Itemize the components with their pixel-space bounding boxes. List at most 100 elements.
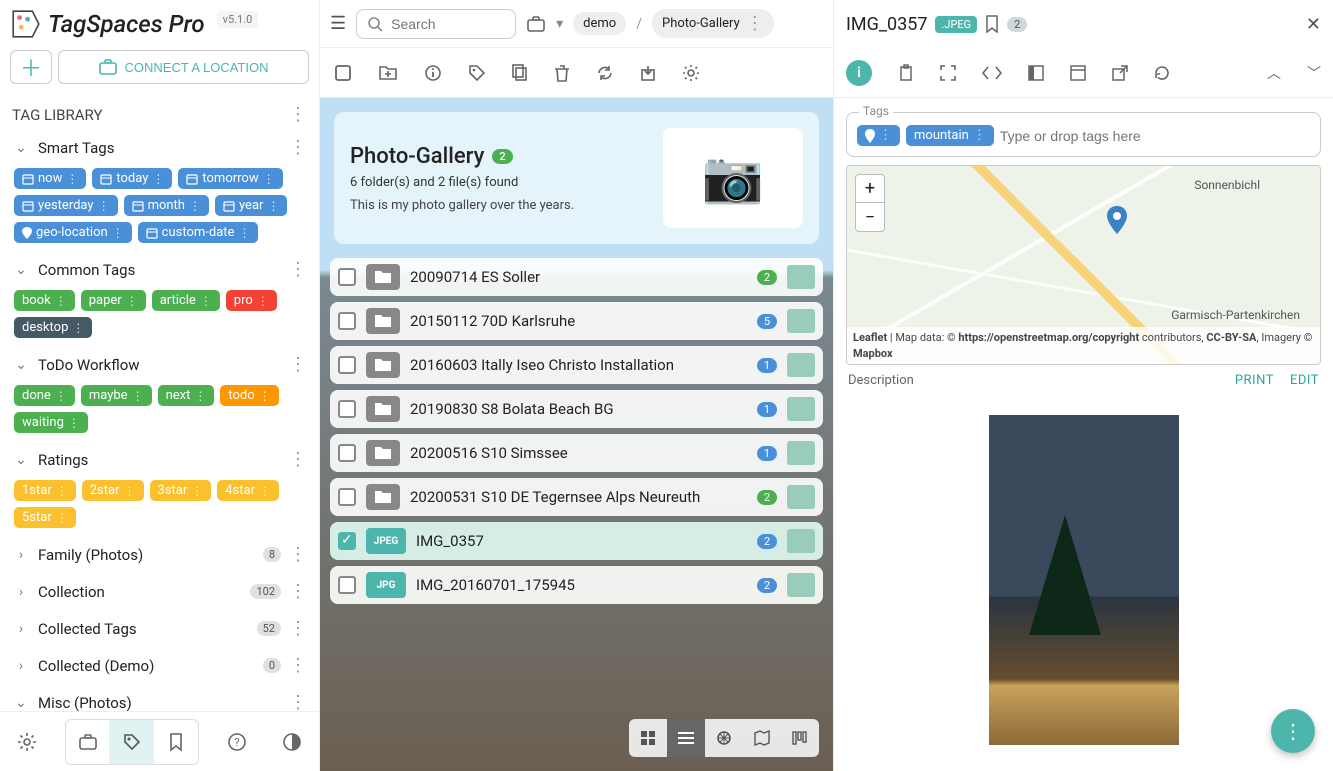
group-menu-icon[interactable]: ⋮ [289,259,307,280]
map[interactable]: + − Sonnenbichl Garmisch-Partenkirchen L… [846,165,1321,365]
zoom-in-button[interactable]: + [856,175,884,203]
tag-now[interactable]: now⋮ [14,168,86,189]
gear-icon[interactable] [682,64,700,82]
file-row[interactable]: 20200516 S10 Simssee 1 [330,434,823,472]
tag-5star[interactable]: 5star⋮ [14,507,76,528]
group-header[interactable]: ⌄ ToDo Workflow ⋮ [8,346,311,383]
clipboard-icon[interactable] [898,64,914,82]
file-row[interactable]: JPG IMG_20160701_175945 2 [330,566,823,604]
library-menu-icon[interactable]: ⋮ [289,104,307,125]
breadcrumb-location[interactable]: demo [573,12,626,35]
settings-icon[interactable] [10,725,44,759]
tag-desktop[interactable]: desktop⋮ [14,317,92,338]
download-icon[interactable] [640,64,656,82]
group-header[interactable]: › Collected Tags 52 ⋮ [8,610,311,647]
tag-paper[interactable]: paper⋮ [81,290,146,311]
print-button[interactable]: PRINT [1235,373,1274,388]
chevron-down-icon[interactable]: ﹀ [1307,63,1321,83]
tag-custom-date[interactable]: custom-date⋮ [138,222,259,243]
zoom-out-button[interactable]: − [856,203,884,231]
list-view-icon[interactable] [667,719,705,757]
tag-tomorrow[interactable]: tomorrow⋮ [178,168,282,189]
group-menu-icon[interactable]: ⋮ [289,354,307,375]
tag-maybe[interactable]: maybe⋮ [81,385,152,406]
file-checkbox[interactable] [338,532,356,550]
group-menu-icon[interactable]: ⋮ [289,137,307,158]
kanban-view-icon[interactable] [781,719,819,757]
tag-1star[interactable]: 1star⋮ [14,480,76,501]
window-icon[interactable] [1070,65,1086,81]
tag-waiting[interactable]: waiting⋮ [14,412,88,433]
tag-2star[interactable]: 2star⋮ [82,480,144,501]
group-header[interactable]: › Family (Photos) 8 ⋮ [8,536,311,573]
select-all-icon[interactable] [334,64,352,82]
tag-yesterday[interactable]: yesterday⋮ [14,195,118,216]
tag-library-list[interactable]: ⌄ Smart Tags ⋮now⋮ today⋮ tomorrow⋮ yesterd… [0,129,319,711]
tag-icon[interactable] [468,64,486,82]
group-menu-icon[interactable]: ⋮ [289,692,307,711]
chevron-down-icon[interactable]: ▾ [556,16,563,32]
open-external-icon[interactable] [1112,65,1128,81]
help-icon[interactable]: ? [220,725,254,759]
theme-toggle-icon[interactable] [275,725,309,759]
file-row[interactable]: 20160603 Itally Iseo Christo Installatio… [330,346,823,384]
tag-todo[interactable]: todo⋮ [220,385,278,406]
group-header[interactable]: ⌄ Misc (Photos) ⋮ [8,684,311,711]
file-row[interactable]: JPEG IMG_0357 2 [330,522,823,560]
fab-button[interactable]: ⋮ [1271,709,1315,753]
group-header[interactable]: ⌄ Common Tags ⋮ [8,251,311,288]
group-menu-icon[interactable]: ⋮ [289,544,307,565]
geo-tag-chip[interactable]: ⋮ [857,125,900,146]
file-checkbox[interactable] [338,400,356,418]
file-checkbox[interactable] [338,356,356,374]
mountain-tag-chip[interactable]: mountain⋮ [906,125,994,146]
tags-tab-icon[interactable] [110,720,154,764]
code-icon[interactable] [982,66,1002,80]
locations-tab-icon[interactable] [66,720,110,764]
tags-input[interactable] [1000,128,1310,144]
chevron-up-icon[interactable]: ︿ [1267,63,1281,83]
split-left-icon[interactable] [1028,65,1044,81]
gallery-view-icon[interactable] [705,719,743,757]
file-checkbox[interactable] [338,268,356,286]
folder-icon[interactable] [526,15,546,33]
group-menu-icon[interactable]: ⋮ [289,449,307,470]
breadcrumb-folder[interactable]: Photo-Gallery ⋮ [652,9,774,38]
grid-view-icon[interactable] [629,719,667,757]
group-header[interactable]: › Collected (Demo) 0 ⋮ [8,647,311,684]
connect-location-button[interactable]: CONNECT A LOCATION [58,50,309,84]
breadcrumb-menu-icon[interactable]: ⋮ [746,13,764,34]
toggle-sidebar-icon[interactable]: ☰ [330,13,346,34]
refresh-icon[interactable] [1154,65,1170,81]
copy-icon[interactable] [512,64,528,82]
search-box[interactable] [356,9,516,39]
tag-book[interactable]: book⋮ [14,290,75,311]
tag-pro[interactable]: pro⋮ [226,290,277,311]
tag-geo-location[interactable]: geo-location⋮ [14,222,132,243]
new-button[interactable]: ＋ [10,50,52,84]
group-menu-icon[interactable]: ⋮ [289,655,307,676]
search-input[interactable] [391,16,505,32]
file-row[interactable]: 20190830 S8 Bolata Beach BG 1 [330,390,823,428]
file-row[interactable]: 20150112 70D Karlsruhe 5 [330,302,823,340]
tag-year[interactable]: year⋮ [215,195,287,216]
file-row[interactable]: 20200531 S10 DE Tegernsee Alps Neureuth … [330,478,823,516]
map-view-icon[interactable] [743,719,781,757]
edit-button[interactable]: EDIT [1290,373,1319,388]
bookmark-icon[interactable] [985,15,999,33]
group-header[interactable]: ⌄ Ratings ⋮ [8,441,311,478]
fullscreen-icon[interactable] [940,65,956,81]
group-menu-icon[interactable]: ⋮ [289,581,307,602]
group-header[interactable]: ⌄ Smart Tags ⋮ [8,129,311,166]
file-checkbox[interactable] [338,576,356,594]
tag-next[interactable]: next⋮ [158,385,215,406]
tag-3star[interactable]: 3star⋮ [150,480,212,501]
tag-done[interactable]: done⋮ [14,385,75,406]
delete-icon[interactable] [554,64,570,82]
sync-icon[interactable] [596,64,614,82]
file-checkbox[interactable] [338,312,356,330]
new-folder-icon[interactable] [378,65,398,81]
group-header[interactable]: › Collection 102 ⋮ [8,573,311,610]
tag-today[interactable]: today⋮ [92,168,172,189]
tag-month[interactable]: month⋮ [124,195,209,216]
